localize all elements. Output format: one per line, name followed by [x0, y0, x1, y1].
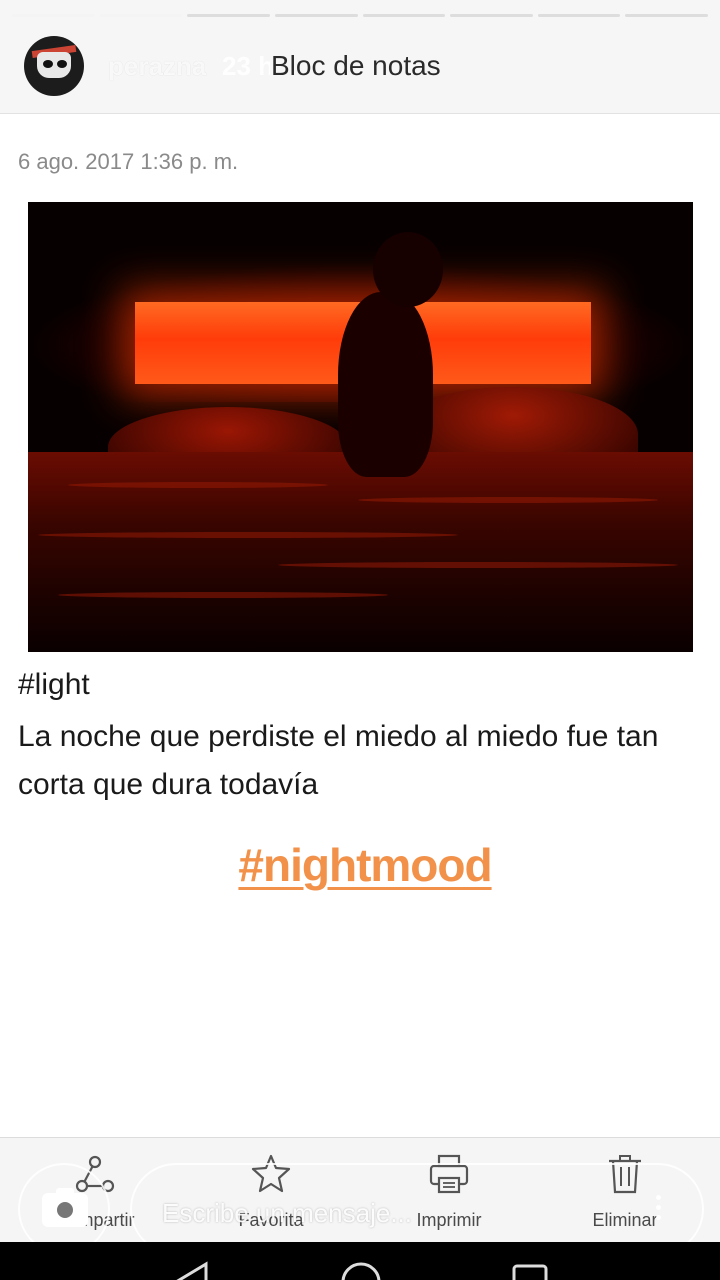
sheet-fold — [68, 482, 328, 488]
sheet-fold — [58, 592, 388, 598]
hashtag-sticker[interactable]: #nightmood — [0, 838, 720, 892]
note-text: La noche que perdiste el miedo al miedo … — [18, 720, 659, 801]
photo-sheets — [28, 452, 693, 652]
photo-silhouette-body — [338, 292, 433, 477]
note-tag: #light — [18, 668, 90, 701]
story-time: 23 h — [222, 51, 270, 81]
more-options-icon[interactable] — [656, 1195, 662, 1225]
home-icon[interactable] — [341, 1262, 381, 1280]
system-navigation-bar — [0, 1242, 720, 1280]
story-progress-segment — [274, 14, 358, 17]
reply-placeholder: Escribe un mensaje... — [162, 1198, 413, 1228]
story-progress-segment — [625, 14, 708, 17]
story-progress-segment — [450, 14, 533, 17]
recents-icon[interactable] — [512, 1264, 548, 1280]
story-progress-segment — [99, 14, 183, 17]
avatar[interactable] — [24, 36, 84, 96]
back-icon[interactable] — [176, 1261, 208, 1280]
story-progress-segment — [12, 14, 95, 17]
avatar-eye-right — [57, 60, 67, 68]
photo-silhouette-head — [373, 232, 443, 307]
story-progress-segment — [537, 14, 621, 17]
story-progress — [12, 14, 708, 19]
sheet-fold — [278, 562, 678, 568]
story-progress-segment — [187, 14, 270, 17]
sheet-fold — [358, 497, 658, 503]
avatar-eye-left — [43, 60, 53, 68]
camera-icon-lens — [54, 1199, 76, 1221]
app-title: Bloc de notas — [271, 50, 441, 81]
username[interactable]: perazna — [108, 51, 206, 82]
note-photo — [28, 202, 693, 652]
sheet-fold — [38, 532, 458, 538]
story-progress-segment — [362, 14, 446, 17]
note-date: 6 ago. 2017 1:36 p. m. — [18, 149, 239, 174]
